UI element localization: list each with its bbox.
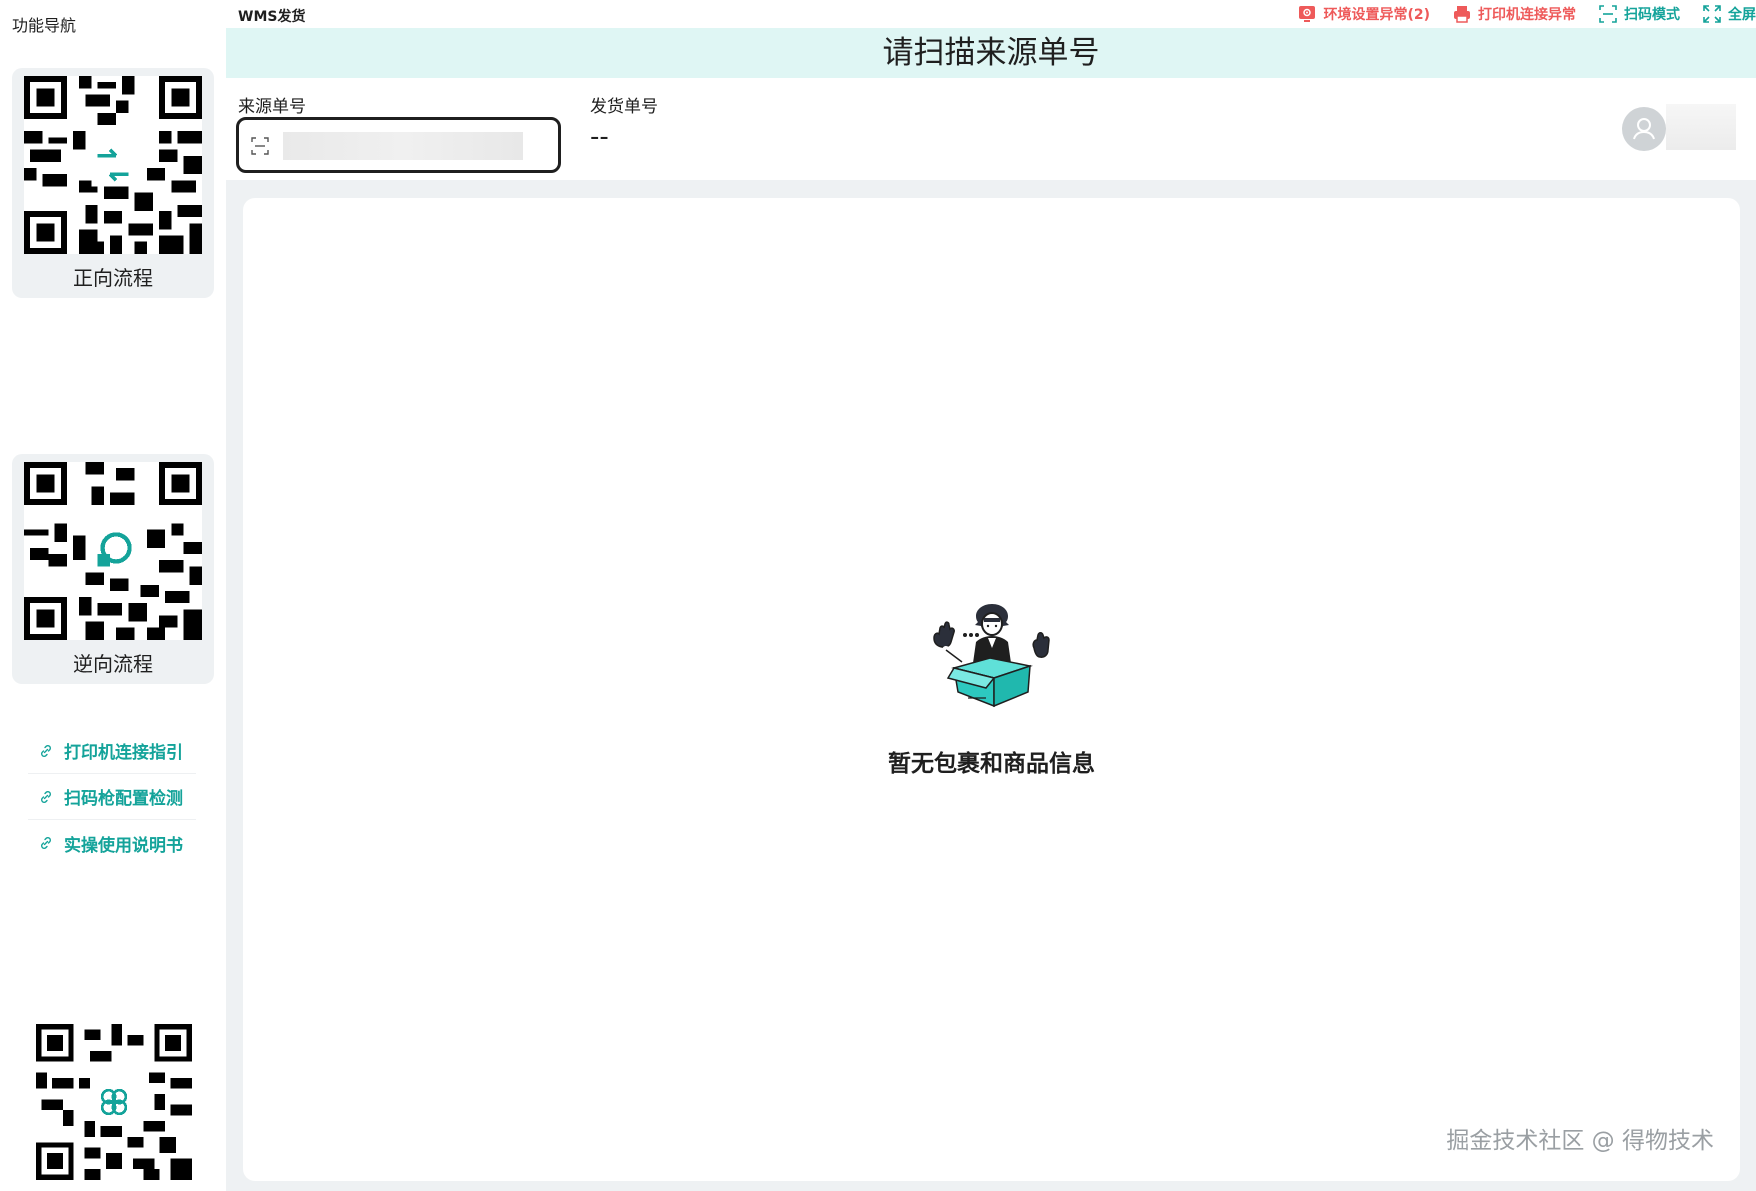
qr-card-reverse[interactable]: 逆向流程 xyxy=(12,454,214,684)
scan-mode-label: 扫码模式 xyxy=(1624,7,1680,23)
app-title: WMS发货 xyxy=(238,9,306,25)
sidebar-links: 打印机连接指引 扫码枪配置检测 实操使用说明书 xyxy=(28,728,196,866)
manual-link[interactable]: 实操使用说明书 xyxy=(28,820,196,866)
watermark: 掘金技术社区 @ 得物技术 xyxy=(1446,1128,1714,1154)
link-icon xyxy=(41,837,51,849)
empty-state-text: 暂无包裹和商品信息 xyxy=(888,751,1095,777)
scan-prompt-banner: 请扫描来源单号 xyxy=(226,28,1756,78)
scan-icon xyxy=(1599,5,1617,23)
link-icon xyxy=(41,790,51,803)
env-settings-button[interactable]: 环境设置异常(2) xyxy=(1297,4,1430,24)
ship-order-value: -- xyxy=(590,122,609,152)
printer-status-button[interactable]: 打印机连接异常 xyxy=(1452,4,1576,24)
scanner-check-link[interactable]: 扫码枪配置检测 xyxy=(28,774,196,820)
top-bar: WMS发货 环境设置异常(2) 打印机连接异常 扫码模式 全屏 xyxy=(226,0,1756,28)
printer-guide-link[interactable]: 打印机连接指引 xyxy=(28,728,196,774)
scanner-check-label: 扫码枪配置检测 xyxy=(64,789,183,809)
settings-alert-icon xyxy=(1299,6,1316,22)
content-panel: 暂无包裹和商品信息 掘金技术社区 @ 得物技术 xyxy=(243,198,1740,1181)
env-settings-label: 环境设置异常(2) xyxy=(1323,7,1430,23)
redacted-username xyxy=(1666,104,1736,150)
manual-label: 实操使用说明书 xyxy=(64,835,183,856)
printer-status-label: 打印机连接异常 xyxy=(1478,7,1576,23)
fullscreen-icon xyxy=(1703,5,1721,23)
redacted-value xyxy=(283,132,523,160)
scan-icon xyxy=(251,137,269,155)
main-area: WMS发货 环境设置异常(2) 打印机连接异常 扫码模式 全屏 请扫描来源单号 … xyxy=(226,0,1756,1191)
fullscreen-label: 全屏 xyxy=(1728,7,1756,23)
source-order-label: 来源单号 xyxy=(238,97,306,117)
link-icon xyxy=(41,744,51,757)
source-order-input[interactable] xyxy=(236,117,561,173)
user-icon xyxy=(1633,118,1655,140)
ship-order-label: 发货单号 xyxy=(590,97,658,117)
qr-code-forward xyxy=(24,76,202,254)
scan-mode-button[interactable]: 扫码模式 xyxy=(1598,4,1680,24)
empty-box-illustration xyxy=(933,604,1050,708)
printer-guide-label: 打印机连接指引 xyxy=(64,743,183,763)
sidebar: 功能导航 正向流程 逆向流程 打印机连接指引 扫码枪配置检测 实操使用说明书 xyxy=(0,0,226,1191)
order-info-panel: 来源单号 发货单号 -- xyxy=(226,78,1756,180)
avatar[interactable] xyxy=(1622,107,1666,151)
sidebar-title: 功能导航 xyxy=(12,16,77,35)
top-actions: 环境设置异常(2) 打印机连接异常 扫码模式 全屏 xyxy=(1297,4,1756,24)
qr-code-bottom xyxy=(36,1024,192,1180)
qr-code-reverse xyxy=(24,462,202,640)
qr-label-forward: 正向流程 xyxy=(73,266,153,290)
printer-icon xyxy=(1454,6,1470,23)
qr-card-forward[interactable]: 正向流程 xyxy=(12,68,214,298)
qr-label-reverse: 逆向流程 xyxy=(73,652,153,676)
fullscreen-button[interactable]: 全屏 xyxy=(1702,4,1756,24)
